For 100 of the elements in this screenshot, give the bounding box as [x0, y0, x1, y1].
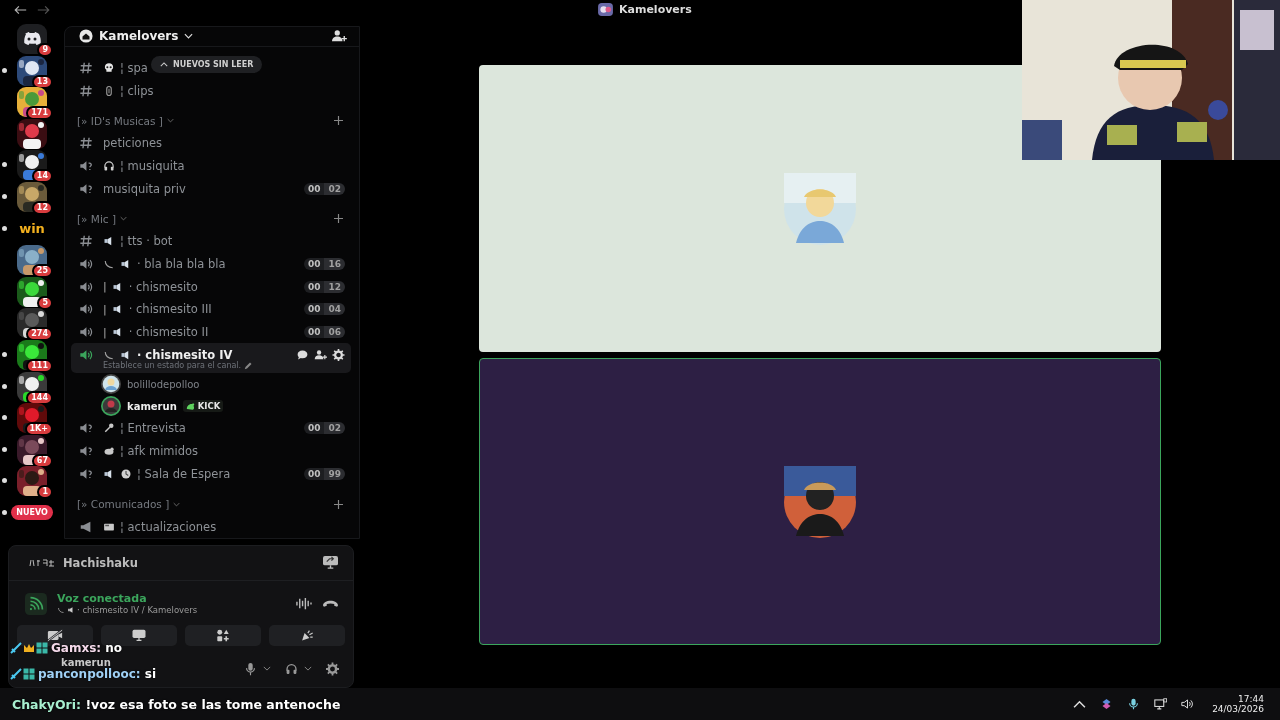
- add-member-icon[interactable]: [331, 29, 347, 44]
- hash-icon: [79, 83, 93, 98]
- channel-name[interactable]: ¦ Sala de Espera: [137, 466, 231, 481]
- new-badge: NUEVO: [11, 505, 53, 521]
- channel-name[interactable]: ¦ tts · bot: [120, 234, 173, 249]
- clock-date[interactable]: 24/03/2026: [1212, 704, 1264, 714]
- user-count: 00 06: [303, 326, 345, 339]
- skull-icon: [103, 61, 115, 74]
- chevron-up-icon[interactable]: [1073, 698, 1087, 710]
- server-name[interactable]: Hachishaku: [63, 555, 138, 570]
- sound-wave-icon[interactable]: [295, 596, 312, 612]
- volume-icon[interactable]: [1181, 698, 1195, 710]
- headphones-icon[interactable]: [285, 661, 298, 676]
- speaker-icon: [67, 606, 75, 615]
- add-member-icon[interactable]: [314, 348, 327, 361]
- pencil-icon[interactable]: [244, 361, 254, 371]
- screen-share-button[interactable]: [101, 624, 177, 646]
- add-channel-icon[interactable]: [334, 499, 343, 509]
- separator-mark: |: [103, 280, 107, 294]
- back-arrow-icon[interactable]: [14, 5, 27, 15]
- party-popper-icon: [299, 628, 315, 642]
- mention-count: 171: [26, 106, 53, 121]
- paperclip-icon: [103, 84, 115, 97]
- mention-count: 274: [26, 327, 53, 342]
- user-name[interactable]: kamerun: [61, 657, 111, 669]
- video-tile[interactable]: [479, 65, 1161, 352]
- channel-name[interactable]: ¦ spa: [120, 60, 148, 75]
- server-logo[interactable]: win: [19, 221, 45, 237]
- category-header[interactable]: [» ID's Musicas ]: [77, 114, 163, 127]
- activities-button[interactable]: [185, 624, 261, 646]
- user-count: 00 12: [303, 280, 345, 293]
- voice-location[interactable]: · chismesito IV / Kamelovers: [77, 605, 198, 616]
- channel-name[interactable]: · chismesito IV: [137, 347, 233, 362]
- signal-icon: [25, 592, 47, 615]
- clock-time[interactable]: 17:44: [1238, 694, 1264, 704]
- network-icon[interactable]: [1154, 698, 1168, 710]
- member-name[interactable]: kamerun: [127, 400, 177, 412]
- channel-name[interactable]: ¦ afk mimidos: [120, 444, 199, 459]
- chevron-up-icon: [160, 61, 168, 67]
- add-channel-icon[interactable]: [334, 116, 343, 126]
- member-tag: KICK: [182, 400, 224, 413]
- separator-mark: |: [103, 325, 107, 339]
- channel-name[interactable]: · chismesito III: [128, 302, 212, 317]
- soundboard-button[interactable]: [269, 624, 345, 646]
- screen-share-icon[interactable]: [322, 555, 339, 571]
- badge-icon: [23, 668, 35, 680]
- new-unread-button[interactable]: NUEVOS SIN LEER: [151, 55, 263, 73]
- server-logo-icon: [29, 557, 55, 568]
- clock-icon: [120, 467, 132, 480]
- user-count: 00 04: [303, 303, 345, 316]
- hash-icon: [79, 136, 93, 151]
- channel-item[interactable]: · chismesito IV Establece un estado para el canal.: [71, 343, 351, 374]
- category-header[interactable]: [» Mic ]: [77, 213, 117, 225]
- monitor-icon: [131, 628, 147, 642]
- headphones-icon: [103, 159, 115, 172]
- channel-name[interactable]: musiquita priv: [103, 181, 186, 196]
- microphone-icon[interactable]: [244, 661, 257, 676]
- bird-icon: [103, 445, 115, 458]
- microphone-icon[interactable]: [1127, 698, 1141, 710]
- chat-message: panconpollooc: si: [10, 667, 157, 681]
- hash-icon: [79, 60, 93, 75]
- category-header[interactable]: [» Comunicados ]: [77, 498, 170, 511]
- chat-icon[interactable]: [296, 348, 309, 361]
- video-tile[interactable]: [479, 358, 1161, 645]
- channel-name[interactable]: ¦ musiquita: [120, 158, 185, 173]
- hash-icon: [79, 234, 93, 249]
- phone-icon: [57, 606, 65, 615]
- discord-logo-icon[interactable]: [17, 24, 47, 54]
- channel-name[interactable]: · bla bla bla bla: [137, 257, 226, 271]
- server-icon: [598, 3, 613, 16]
- chat-message: Gamxs: no: [10, 641, 123, 655]
- shapes-icon: [215, 628, 231, 642]
- sword-icon: [10, 642, 22, 654]
- mention-count: 1: [37, 485, 53, 500]
- microphone-icon: [103, 422, 115, 435]
- channel-name[interactable]: · chismesito: [128, 279, 198, 294]
- connection-status[interactable]: Voz conectada: [57, 592, 198, 606]
- channel-status: Establece un estado para el canal.: [103, 361, 242, 371]
- mention-count: 1K+: [24, 422, 53, 437]
- mention-count: 9: [37, 43, 53, 57]
- server-name[interactable]: Kamelovers: [99, 29, 179, 44]
- channel-name[interactable]: ¦ actualizaciones: [120, 519, 217, 534]
- separator-mark: |: [103, 302, 107, 316]
- channel-name[interactable]: peticiones: [103, 136, 162, 151]
- user-count: 00 02: [303, 182, 345, 195]
- sword-icon: [10, 668, 22, 680]
- channel-name[interactable]: ¦ Entrevista: [120, 421, 186, 436]
- member-name[interactable]: bolillodepolloo: [127, 378, 200, 390]
- settings-icon[interactable]: [326, 661, 339, 676]
- channel-name[interactable]: · chismesito II: [128, 325, 209, 340]
- camera-off-icon: [47, 628, 63, 642]
- mention-count: 25: [31, 264, 53, 279]
- user-count: 00 16: [303, 258, 345, 270]
- chat-message: ChakyOri: !voz esa foto se las tome antenoche: [12, 696, 341, 712]
- window-title: Kamelovers: [619, 3, 692, 16]
- megaphone-icon: [79, 519, 93, 534]
- channel-name[interactable]: ¦ clips: [120, 83, 154, 98]
- add-channel-icon[interactable]: [334, 214, 343, 224]
- user-count: 00 99: [303, 467, 345, 480]
- home-icon: [79, 29, 93, 44]
